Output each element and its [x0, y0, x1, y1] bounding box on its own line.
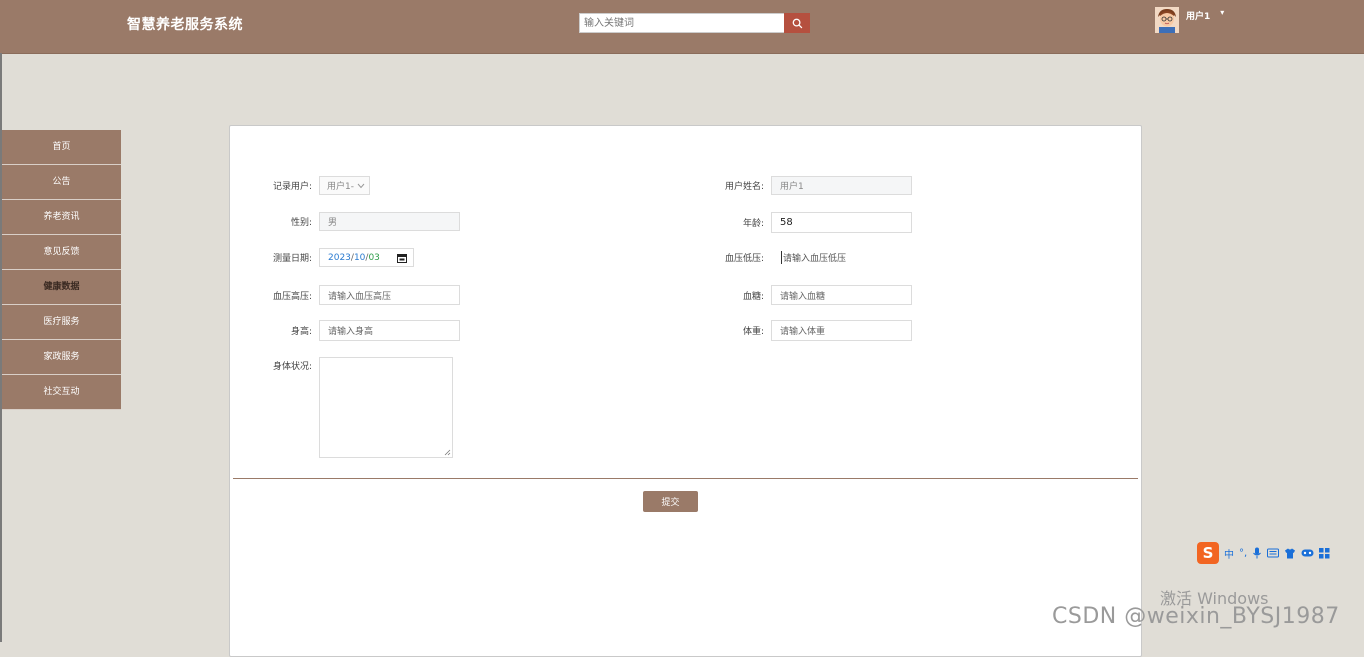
- age-label: 年龄:: [742, 219, 764, 229]
- chevron-down-icon: [357, 183, 365, 188]
- ime-mode-icon[interactable]: 中: [1224, 546, 1234, 561]
- bp-high-label: 血压高压:: [272, 291, 312, 302]
- resize-handle-icon[interactable]: [444, 449, 451, 456]
- sidebar-item-health-data[interactable]: 健康数据: [2, 270, 121, 305]
- row-blood-sugar: 血糖: 请输入血糖: [709, 285, 912, 305]
- sidebar-item-medical-service[interactable]: 医疗服务: [2, 305, 121, 340]
- user-name-value: 用户1: [780, 182, 804, 192]
- sogou-logo-icon[interactable]: S: [1197, 542, 1219, 564]
- row-user-name: 用户姓名: 用户1: [709, 176, 912, 195]
- date-value: 2023/10/03: [328, 253, 380, 263]
- search-icon: [792, 18, 802, 28]
- bp-high-placeholder: 请输入血压高压: [328, 291, 392, 302]
- body-status-textarea[interactable]: [319, 357, 453, 458]
- bp-low-label: 血压低压:: [724, 254, 764, 264]
- ime-punct-icon[interactable]: °,: [1239, 548, 1247, 559]
- row-record-user: 记录用户: 用户1-: [257, 176, 370, 195]
- row-weight: 体重: 请输入体重: [709, 320, 912, 341]
- row-height: 身高: 请输入身高: [257, 320, 460, 341]
- game-controller-icon[interactable]: [1301, 548, 1314, 558]
- date-month: 10: [353, 252, 366, 263]
- height-label: 身高:: [290, 327, 312, 337]
- chevron-down-icon[interactable]: ▾: [1220, 8, 1224, 17]
- bp-low-placeholder: 请输入血压低压: [781, 251, 846, 264]
- row-body-status: 身体状况:: [257, 357, 453, 458]
- calendar-icon[interactable]: [397, 253, 407, 263]
- body-status-label: 身体状况:: [272, 362, 312, 372]
- sidebar-item-home[interactable]: 首页: [2, 130, 121, 165]
- user-name-label: 用户姓名:: [724, 182, 764, 192]
- row-bp-low: 血压低压: 请输入血压低压: [709, 248, 912, 267]
- blood-sugar-label: 血糖:: [742, 291, 764, 302]
- age-value: 58: [780, 217, 793, 228]
- form-divider: [233, 478, 1138, 479]
- gender-field[interactable]: 男: [319, 212, 460, 231]
- user-name-field[interactable]: 用户1: [771, 176, 912, 195]
- bp-low-input[interactable]: 请输入血压低压: [771, 248, 912, 267]
- row-measure-date: 测量日期: 2023/10/03: [257, 248, 414, 267]
- row-bp-high: 血压高压: 请输入血压高压: [257, 285, 460, 305]
- weight-input[interactable]: 请输入体重: [771, 320, 912, 341]
- sidebar-item-housekeeping[interactable]: 家政服务: [2, 340, 121, 375]
- skin-shirt-icon[interactable]: [1284, 548, 1296, 559]
- date-year: 2023: [328, 252, 351, 263]
- search-button[interactable]: [784, 13, 810, 33]
- record-user-select[interactable]: 用户1-: [319, 176, 370, 195]
- record-user-label: 记录用户:: [272, 182, 312, 192]
- app-title: 智慧养老服务系统: [127, 17, 243, 33]
- csdn-watermark: CSDN @weixin_BYSJ1987: [1052, 604, 1340, 629]
- apps-grid-icon[interactable]: [1319, 547, 1330, 559]
- record-user-value: 用户1-: [327, 182, 354, 192]
- gender-label: 性别:: [290, 218, 312, 228]
- health-data-form-panel: 记录用户: 用户1- 用户姓名: 用户1 性别: 男 年龄: 58 测量日期: …: [229, 125, 1142, 657]
- blood-sugar-input[interactable]: 请输入血糖: [771, 285, 912, 305]
- weight-placeholder: 请输入体重: [780, 327, 826, 337]
- height-placeholder: 请输入身高: [328, 327, 374, 337]
- sidebar-item-feedback[interactable]: 意见反馈: [2, 235, 121, 270]
- weight-label: 体重:: [742, 327, 764, 337]
- search-bar: [579, 13, 810, 33]
- sidebar-item-social[interactable]: 社交互动: [2, 375, 121, 410]
- blood-sugar-placeholder: 请输入血糖: [780, 291, 826, 302]
- user-name[interactable]: 用户1: [1186, 9, 1210, 22]
- row-age: 年龄: 58: [709, 212, 912, 233]
- search-input[interactable]: [579, 13, 784, 33]
- microphone-icon[interactable]: [1252, 547, 1262, 559]
- age-field[interactable]: 58: [771, 212, 912, 233]
- date-day: 03: [368, 252, 380, 263]
- keyboard-icon[interactable]: [1267, 548, 1280, 558]
- top-header: 智慧养老服务系统 用户1 ▾: [0, 0, 1364, 54]
- ime-toolbar: S 中 °,: [1197, 542, 1330, 564]
- gender-value: 男: [328, 218, 338, 228]
- sidebar: 首页 公告 养老资讯 意见反馈 健康数据 医疗服务 家政服务 社交互动: [2, 130, 121, 410]
- sidebar-item-notice[interactable]: 公告: [2, 165, 121, 200]
- submit-button[interactable]: 提交: [643, 491, 698, 512]
- bp-high-input[interactable]: 请输入血压高压: [319, 285, 460, 305]
- user-menu[interactable]: 用户1 ▾: [1155, 7, 1224, 33]
- measure-date-input[interactable]: 2023/10/03: [319, 248, 414, 267]
- height-input[interactable]: 请输入身高: [319, 320, 460, 341]
- row-gender: 性别: 男: [257, 212, 460, 231]
- sidebar-item-elderly-news[interactable]: 养老资讯: [2, 200, 121, 235]
- avatar[interactable]: [1155, 7, 1179, 33]
- measure-date-label: 测量日期:: [272, 254, 312, 264]
